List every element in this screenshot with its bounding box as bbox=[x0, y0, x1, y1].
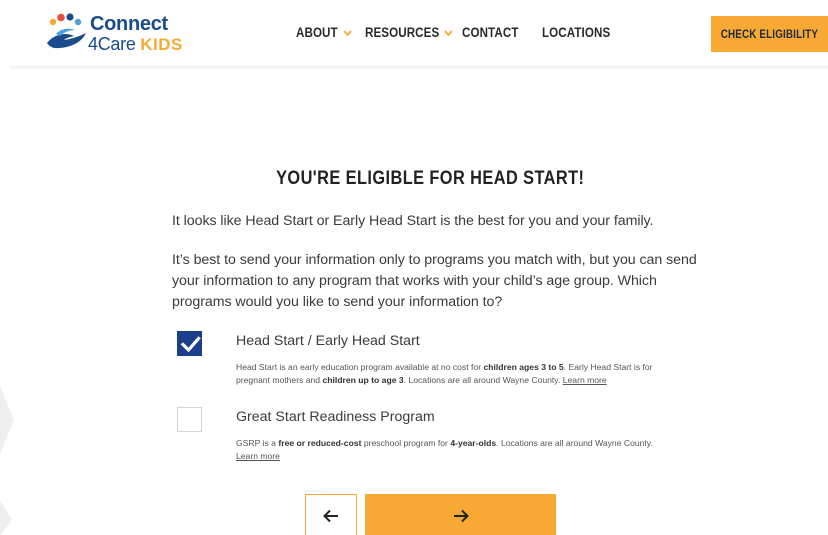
decorative-shape-icon bbox=[0, 386, 14, 454]
desc-text: GSRP is a bbox=[236, 438, 279, 448]
chevron-down-icon bbox=[343, 29, 352, 36]
nav-about[interactable]: ABOUT bbox=[296, 25, 352, 40]
checkmark-icon bbox=[180, 336, 201, 353]
logo-text-line1: Connect bbox=[90, 13, 168, 35]
chevron-down-icon bbox=[444, 29, 453, 36]
gsrp-checkbox[interactable] bbox=[177, 407, 202, 432]
nav-resources[interactable]: RESOURCES bbox=[365, 25, 453, 40]
decorative-shape-icon bbox=[0, 500, 12, 535]
nav-locations-label: LOCATIONS bbox=[542, 25, 611, 40]
desc-text: preschool program for bbox=[361, 438, 451, 448]
arrow-left-icon bbox=[323, 509, 338, 523]
option-description: GSRP is a free or reduced-cost preschool… bbox=[236, 437, 676, 462]
logo[interactable]: Connect 4Care KIDS bbox=[44, 12, 194, 56]
next-button[interactable] bbox=[365, 494, 556, 535]
arrow-right-icon bbox=[453, 509, 469, 523]
page-title-text: YOU'RE ELIGIBLE FOR HEAD START! bbox=[275, 168, 585, 189]
header-shadow bbox=[10, 66, 828, 70]
option-title: Great Start Readiness Program bbox=[236, 409, 435, 425]
logo-text-4care: 4Care bbox=[88, 34, 136, 54]
question-text: It’s best to send your information only … bbox=[172, 252, 697, 310]
desc-text: Head Start is an early education program… bbox=[236, 362, 484, 372]
head-start-checkbox[interactable] bbox=[177, 331, 202, 356]
back-button[interactable] bbox=[305, 494, 357, 535]
nav-about-label: ABOUT bbox=[296, 25, 338, 40]
intro-text: It looks like Head Start or Early Head S… bbox=[172, 213, 654, 229]
site-header: Connect 4Care KIDS ABOUT RESOURCES CONTA… bbox=[0, 0, 828, 66]
nav-contact-label: CONTACT bbox=[462, 25, 519, 40]
option-title: Head Start / Early Head Start bbox=[236, 333, 420, 349]
logo-mark-icon bbox=[47, 13, 86, 49]
learn-more-link[interactable]: Learn more bbox=[563, 375, 607, 385]
option-description: Head Start is an early education program… bbox=[236, 361, 676, 386]
check-eligibility-button[interactable]: CHECK ELIGIBILITY bbox=[711, 16, 828, 52]
desc-text: . Locations are all around Wayne County. bbox=[496, 438, 653, 448]
learn-more-link[interactable]: Learn more bbox=[236, 451, 280, 461]
nav-contact[interactable]: CONTACT bbox=[462, 25, 519, 40]
nav-locations[interactable]: LOCATIONS bbox=[542, 25, 610, 40]
logo-text-kids: KIDS bbox=[140, 35, 183, 54]
page-title: YOU'RE ELIGIBLE FOR HEAD START! bbox=[0, 168, 828, 190]
desc-bold: children ages 3 to 5 bbox=[483, 362, 564, 372]
logo-text-line2: 4Care KIDS bbox=[88, 34, 183, 55]
desc-bold: free or reduced-cost bbox=[278, 438, 362, 448]
desc-bold: 4-year-olds bbox=[450, 438, 497, 448]
check-eligibility-label: CHECK ELIGIBILITY bbox=[720, 27, 819, 41]
desc-bold: children up to age 3 bbox=[322, 374, 404, 385]
desc-text: . Locations are all around Wayne County. bbox=[403, 374, 563, 385]
nav-resources-label: RESOURCES bbox=[365, 25, 440, 40]
